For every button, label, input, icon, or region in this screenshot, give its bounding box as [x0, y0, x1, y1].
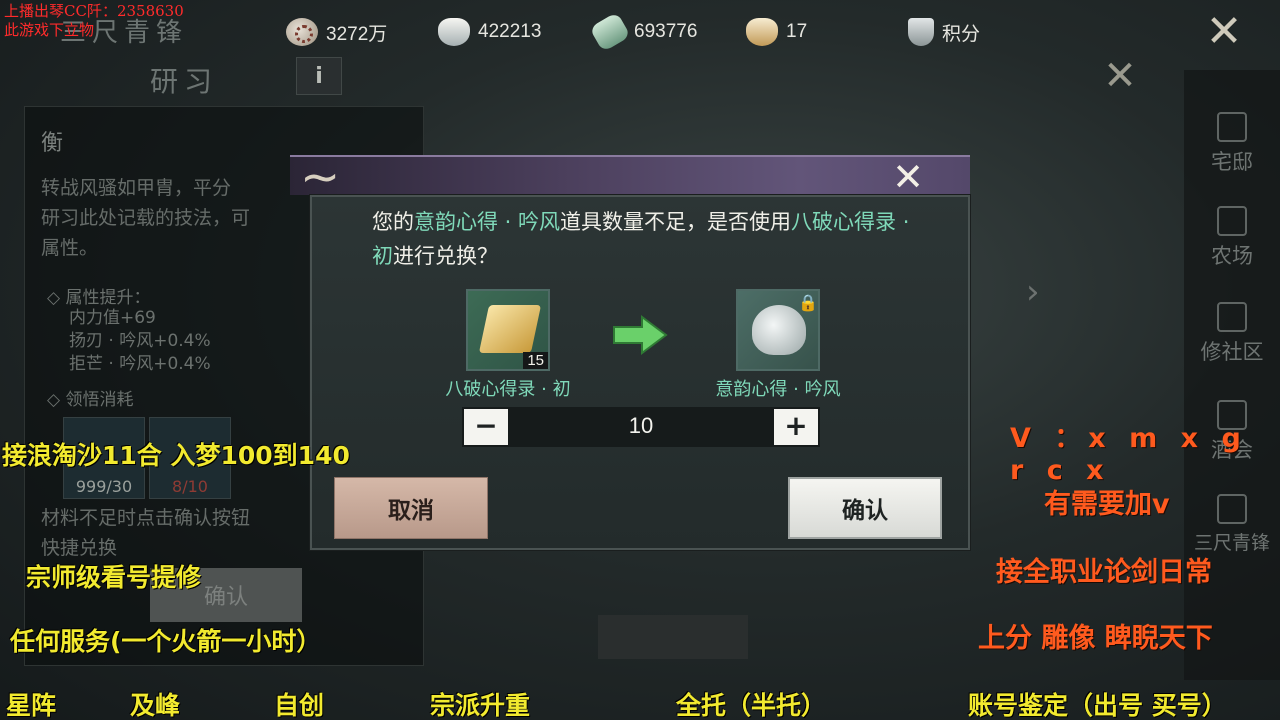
pavilion-icon: [1217, 302, 1247, 332]
ad-orange-3: 接全职业论剑日常: [996, 557, 1212, 588]
rail-item-sword: 三尺青锋: [1184, 494, 1280, 555]
resource-gold: 17: [746, 16, 807, 48]
dialog-message: 您的意韵心得 · 吟风道具数量不足，是否使用八破心得录 · 初进行兑换？: [372, 210, 910, 268]
shield-icon: [908, 18, 934, 46]
stream-room-text: 上播出琴CC阡：2358630 此游戏下立物: [4, 2, 184, 39]
source-item-card[interactable]: 15: [466, 289, 550, 371]
info-button[interactable]: i: [296, 57, 342, 95]
cost-title: ◇ 领悟消耗: [47, 390, 134, 410]
silver-ingot-icon: [438, 18, 470, 46]
rail-item-house: 宅邸: [1184, 112, 1280, 176]
confirm-button[interactable]: 确认: [788, 477, 942, 539]
ad-orange-2: 有需要加v: [1044, 489, 1170, 520]
arrow-right-icon: [613, 315, 668, 355]
dialog-body: 您的意韵心得 · 吟风道具数量不足，是否使用八破心得录 · 初进行兑换？ 15 …: [310, 195, 970, 550]
resource-film: 3272万: [286, 16, 387, 48]
bg-bottom-box: [598, 615, 748, 659]
house-icon: [1217, 112, 1247, 142]
exchange-dialog: ✕ 您的意韵心得 · 吟风道具数量不足，是否使用八破心得录 · 初进行兑换？ 1…: [290, 149, 970, 550]
close-icon[interactable]: ✕: [1198, 8, 1250, 56]
film-reel-icon: [286, 18, 318, 46]
ad-bottom-2: 及峰: [130, 691, 181, 720]
attr-list: 内力值+69 扬刃 · 吟风+0.4% 拒芒 · 吟风+0.4%: [69, 308, 211, 374]
ad-bottom-1: 星阵: [6, 691, 57, 720]
ad-line-3: 任何服务(一个火箭一小时）: [10, 627, 322, 656]
plant-icon: [1217, 206, 1247, 236]
ad-bottom-4: 宗派升重: [430, 691, 531, 720]
ad-orange-4: 上分 雕像 睥睨天下: [978, 623, 1213, 654]
resource-jade: 693776: [589, 11, 697, 53]
hint-text: 材料不足时点击确认按钮 快捷兑换: [41, 507, 251, 559]
ad-line-2: 宗师级看号提修: [26, 563, 202, 592]
bg-close-icon: ✕: [1103, 53, 1137, 99]
rail-item-farm: 农场: [1184, 206, 1280, 270]
lock-icon: 🔒: [798, 293, 818, 312]
source-item-name: 八破心得录 · 初: [445, 379, 571, 400]
cancel-button[interactable]: 取消: [334, 477, 488, 539]
quantity-stepper: − 10 +: [462, 407, 820, 447]
ad-bottom-6: 账号鉴定（出号 买号）: [968, 691, 1227, 720]
dialog-header: [290, 149, 970, 205]
resource-silver: 422213: [438, 16, 541, 48]
gold-ingot-icon: [746, 18, 778, 46]
ad-line-1: 接浪淘沙11合 入梦100到140: [2, 441, 350, 470]
resource-points[interactable]: 积分: [908, 16, 980, 48]
attr-title: ◇ 属性提升：: [47, 288, 151, 308]
item-count: 15: [523, 352, 548, 369]
sword-icon: [1217, 494, 1247, 524]
bg-subtitle: 研习: [150, 65, 219, 98]
ad-bottom-3: 自创: [274, 691, 325, 720]
chevron-right-icon: ›: [1026, 272, 1040, 312]
resource-bar: 3272万 422213 693776 17 积分 ✕: [0, 0, 1280, 60]
increment-button[interactable]: +: [774, 409, 818, 445]
panel-heading: 衡: [41, 131, 64, 156]
ad-bottom-5: 全托（半托）: [676, 691, 827, 720]
rail-item-community: 修社区: [1184, 302, 1280, 366]
jade-icon: [589, 11, 631, 53]
quantity-value[interactable]: 10: [462, 413, 820, 439]
panel-description: 转战风骚如甲胄，平分 研习此处记载的技法，可 属性。: [41, 177, 251, 259]
ad-contact-id: V ：x m x g r c x: [1010, 423, 1248, 486]
target-item-name: 意韵心得 · 吟风: [715, 379, 841, 400]
target-item-card[interactable]: 🔒: [736, 289, 820, 371]
dialog-close-icon[interactable]: ✕: [880, 155, 936, 199]
scroll-icon: [478, 305, 542, 353]
